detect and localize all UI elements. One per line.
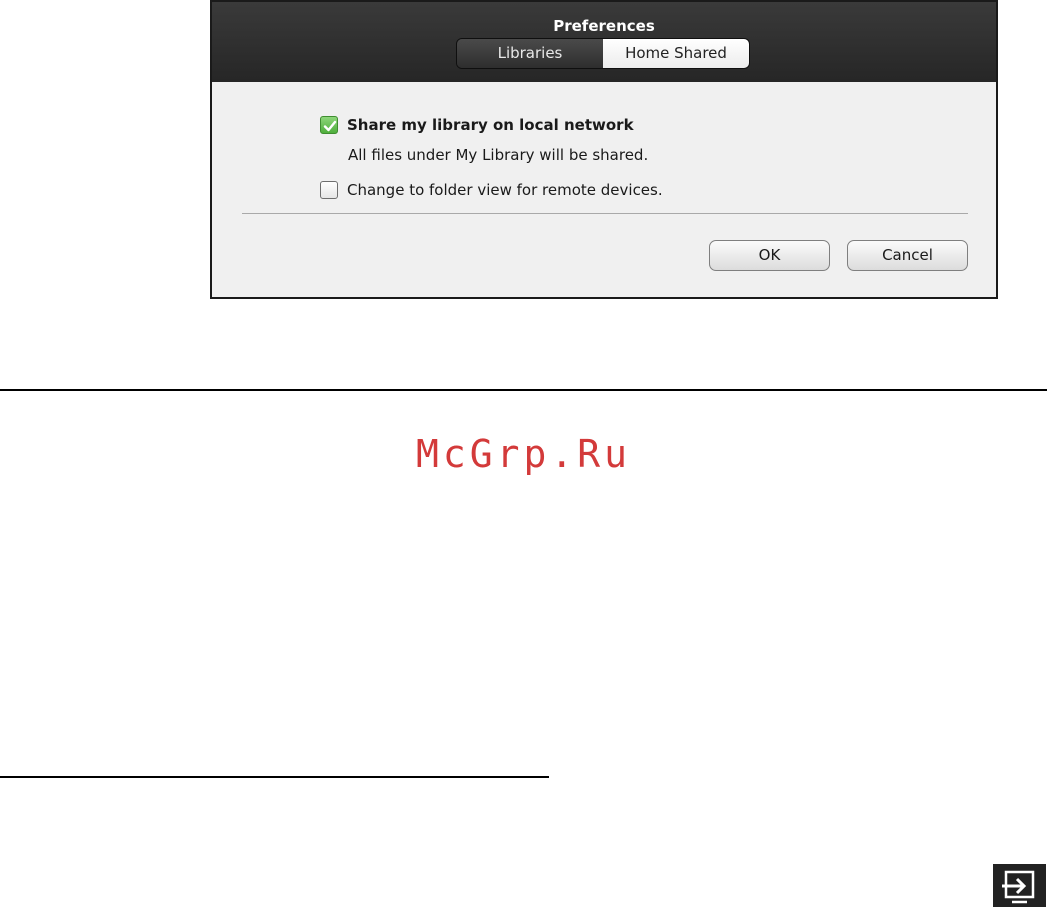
folder-view-option[interactable]: Change to folder view for remote devices… bbox=[320, 181, 663, 199]
tab-bar: Libraries Home Shared bbox=[456, 38, 750, 69]
folder-view-checkbox[interactable] bbox=[320, 181, 338, 199]
ok-button[interactable]: OK bbox=[709, 240, 830, 271]
input-source-icon bbox=[993, 864, 1046, 907]
dialog-title: Preferences bbox=[553, 17, 655, 35]
dialog-divider bbox=[242, 213, 968, 214]
tab-home-shared[interactable]: Home Shared bbox=[603, 39, 749, 68]
check-icon bbox=[323, 120, 337, 132]
page-divider-bottom bbox=[0, 776, 549, 778]
preferences-dialog: Preferences Libraries Home Shared Share … bbox=[210, 0, 998, 299]
watermark-logo: McGrp.Ru bbox=[415, 432, 632, 476]
dialog-body: Share my library on local network All fi… bbox=[212, 82, 996, 297]
share-library-option[interactable]: Share my library on local network bbox=[320, 116, 634, 134]
tab-libraries[interactable]: Libraries bbox=[457, 39, 603, 68]
page-divider-top bbox=[0, 389, 1047, 391]
share-library-checkbox[interactable] bbox=[320, 116, 338, 134]
dialog-header: Preferences Libraries Home Shared bbox=[212, 2, 996, 82]
share-library-label: Share my library on local network bbox=[347, 116, 634, 134]
share-description: All files under My Library will be share… bbox=[348, 146, 649, 164]
cancel-button[interactable]: Cancel bbox=[847, 240, 968, 271]
folder-view-label: Change to folder view for remote devices… bbox=[347, 181, 663, 199]
